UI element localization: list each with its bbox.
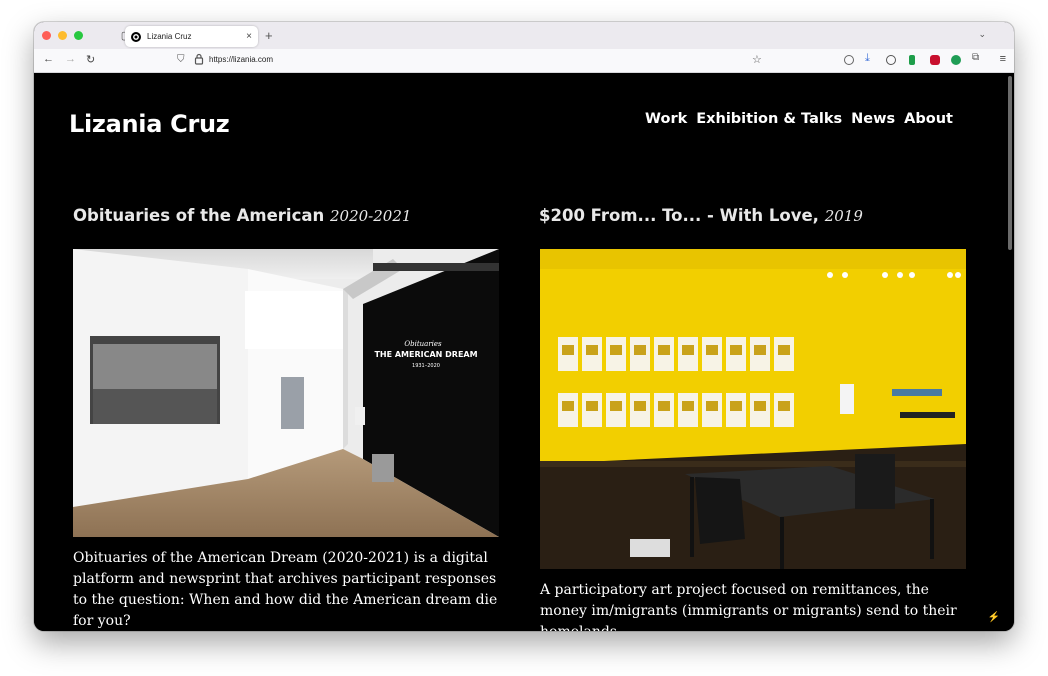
site-favicon-icon: [131, 31, 141, 42]
print-mark: [634, 345, 646, 355]
bookmark-star-icon[interactable]: ☆: [752, 53, 762, 66]
track-light: [827, 272, 833, 278]
gallery-photo-remittances[interactable]: [540, 249, 966, 569]
card-title-text: Obituaries of the American: [73, 206, 325, 225]
wall-text-american-dream: THE AMERICAN DREAM: [374, 350, 477, 359]
minimize-window-button[interactable]: [58, 31, 67, 40]
pocket-icon[interactable]: [844, 55, 854, 65]
ublock-shield-icon[interactable]: [930, 55, 940, 65]
track-light: [909, 272, 915, 278]
page-viewport: Lizania Cruz Work Exhibition & Talks New…: [34, 74, 1014, 631]
card-year: 2020-2021: [330, 207, 412, 225]
active-tab[interactable]: Lizania Cruz ×: [125, 26, 258, 47]
download-icon[interactable]: ⤓: [865, 52, 875, 64]
wall-text-years: 1931–2020: [412, 363, 440, 369]
reload-icon[interactable]: ↻: [86, 53, 95, 66]
hanging-shirt: [840, 384, 854, 414]
track-light: [842, 272, 848, 278]
tab-bar: ▢ Lizania Cruz × + ⌄: [34, 22, 1014, 49]
wall-shelf: [900, 412, 955, 418]
browser-window: ▢ Lizania Cruz × + ⌄ ← → ↻ ⛉ https://liz…: [34, 22, 1014, 631]
card-description-obituaries: Obituaries of the American Dream (2020-2…: [73, 550, 498, 629]
lock-icon[interactable]: [194, 53, 204, 65]
extension-circle-icon[interactable]: [951, 55, 961, 65]
zoom-window-button[interactable]: [74, 31, 83, 40]
print-mark: [706, 345, 718, 355]
print-mark: [754, 401, 766, 411]
gallery-illustration: Obituaries THE AMERICAN DREAM 1931–2020: [73, 249, 499, 537]
floor-papers: [630, 539, 670, 557]
print-mark: [778, 345, 790, 355]
card-title-remittances[interactable]: $200 From... To... - With Love, 2019: [539, 206, 863, 225]
forward-arrow-icon[interactable]: →: [65, 53, 76, 65]
print-mark: [682, 345, 694, 355]
extension-green-icon[interactable]: [909, 55, 915, 65]
print-mark: [658, 401, 670, 411]
print-mark: [610, 401, 622, 411]
track-light: [955, 272, 961, 278]
print-mark: [562, 401, 574, 411]
print-mark: [610, 345, 622, 355]
card-year: 2019: [824, 207, 863, 225]
tab-title: Lizania Cruz: [147, 32, 192, 41]
url-field[interactable]: https://lizania.com: [209, 55, 273, 64]
card-title-text: $200 From... To... - With Love,: [539, 206, 819, 225]
tab-list-chevron-icon[interactable]: ⌄: [978, 29, 986, 40]
tab-close-icon[interactable]: ×: [246, 31, 252, 42]
print-mark: [706, 401, 718, 411]
print-mark: [634, 401, 646, 411]
hamburger-menu-icon[interactable]: ≡: [1000, 53, 1006, 65]
print-mark: [778, 401, 790, 411]
track-light: [897, 272, 903, 278]
print-mark: [754, 345, 766, 355]
shelf-items: [892, 389, 942, 396]
account-icon[interactable]: [886, 55, 896, 65]
letter-tray: [855, 454, 895, 509]
wall-text-obituaries: Obituaries: [404, 340, 442, 348]
lightning-icon[interactable]: ⚡: [988, 612, 1000, 623]
site-title[interactable]: Lizania Cruz: [69, 110, 230, 138]
gallery-photo-obituaries[interactable]: Obituaries THE AMERICAN DREAM 1931–2020: [73, 249, 499, 537]
back-arrow-icon[interactable]: ←: [43, 53, 54, 65]
card-description-remittances: A participatory art project focused on r…: [540, 582, 957, 631]
print-mark: [682, 401, 694, 411]
nav-link-about[interactable]: About: [904, 111, 953, 127]
installation-illustration: [540, 249, 966, 569]
print-mark: [730, 401, 742, 411]
print-mark: [730, 345, 742, 355]
card-title-obituaries[interactable]: Obituaries of the American 2020-2021: [73, 206, 411, 225]
track-light: [882, 272, 888, 278]
print-mark: [586, 345, 598, 355]
site-nav: Work Exhibition & Talks News About: [645, 111, 953, 127]
page-scrollbar[interactable]: [1008, 76, 1012, 250]
nav-link-work[interactable]: Work: [645, 111, 687, 127]
nav-link-news[interactable]: News: [851, 111, 895, 127]
tracking-shield-icon[interactable]: ⛉: [177, 54, 185, 65]
track-light: [947, 272, 953, 278]
window-controls: [42, 31, 83, 40]
chair: [695, 477, 745, 544]
print-mark: [562, 345, 574, 355]
new-tab-icon[interactable]: +: [265, 28, 273, 43]
print-mark: [586, 401, 598, 411]
print-mark: [658, 345, 670, 355]
navigation-toolbar: ← → ↻ ⛉ https://lizania.com ☆ ⤓ ⧉ ≡: [34, 49, 1014, 73]
close-window-button[interactable]: [42, 31, 51, 40]
nav-link-exhibition-talks[interactable]: Exhibition & Talks: [696, 111, 842, 127]
extensions-puzzle-icon[interactable]: ⧉: [972, 52, 982, 63]
